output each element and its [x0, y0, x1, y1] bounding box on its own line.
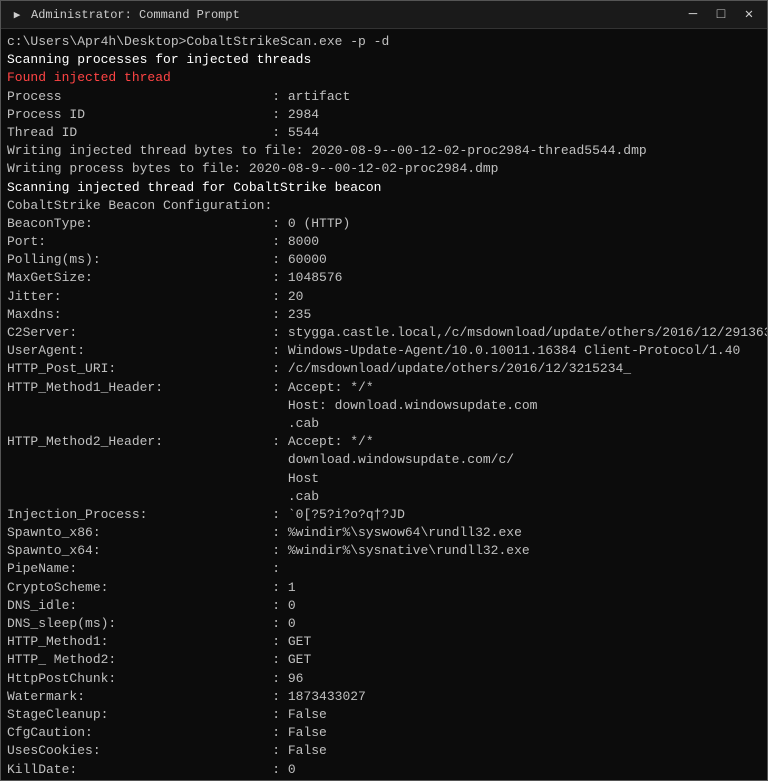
- terminal-line: Found injected thread: [7, 69, 761, 87]
- terminal-line: MaxGetSize: : 1048576: [7, 269, 761, 287]
- terminal-line: Writing injected thread bytes to file: 2…: [7, 142, 761, 160]
- close-button[interactable]: ✕: [739, 5, 759, 25]
- terminal-line: Jitter: : 20: [7, 288, 761, 306]
- terminal-line: download.windowsupdate.com/c/: [7, 451, 761, 469]
- terminal-line: C2Server: : stygga.castle.local,/c/msdow…: [7, 324, 761, 342]
- terminal-line: Process ID : 2984: [7, 106, 761, 124]
- terminal-line: HttpPostChunk: : 96: [7, 670, 761, 688]
- terminal-line: ProcInject_StartRWX: : True: [7, 779, 761, 780]
- terminal-line: Injection_Process: : `0[?5?i?o?q†?JD: [7, 506, 761, 524]
- terminal-icon: ▶: [9, 7, 25, 23]
- terminal-line: Port: : 8000: [7, 233, 761, 251]
- terminal-line: HTTP_Method1_Header: : Accept: */*: [7, 379, 761, 397]
- title-bar-left: ▶ Administrator: Command Prompt: [9, 7, 240, 23]
- terminal-line: HTTP_Post_URI: : /c/msdownload/update/ot…: [7, 360, 761, 378]
- terminal-line: CobaltStrike Beacon Configuration:: [7, 197, 761, 215]
- terminal-line: c:\Users\Apr4h\Desktop>CobaltStrikeScan.…: [7, 33, 761, 51]
- terminal-line: UsesCookies: : False: [7, 742, 761, 760]
- terminal-line: BeaconType: : 0 (HTTP): [7, 215, 761, 233]
- terminal-line: Scanning processes for injected threads: [7, 51, 761, 69]
- terminal-line: Watermark: : 1873433027: [7, 688, 761, 706]
- terminal-line: Writing process bytes to file: 2020-08-9…: [7, 160, 761, 178]
- terminal-line: DNS_idle: : 0: [7, 597, 761, 615]
- title-bar-controls: ─ □ ✕: [683, 5, 759, 25]
- terminal-line: KillDate: : 0: [7, 761, 761, 779]
- terminal-line: CryptoScheme: : 1: [7, 579, 761, 597]
- terminal-line: DNS_sleep(ms): : 0: [7, 615, 761, 633]
- terminal-line: .cab: [7, 415, 761, 433]
- terminal-line: HTTP_Method1: : GET: [7, 633, 761, 651]
- terminal-line: Host: download.windowsupdate.com: [7, 397, 761, 415]
- maximize-button[interactable]: □: [711, 5, 731, 25]
- window: ▶ Administrator: Command Prompt ─ □ ✕ c:…: [0, 0, 768, 781]
- terminal-line: StageCleanup: : False: [7, 706, 761, 724]
- terminal-line: Scanning injected thread for CobaltStrik…: [7, 179, 761, 197]
- minimize-button[interactable]: ─: [683, 5, 703, 25]
- terminal-line: Host: [7, 470, 761, 488]
- terminal-line: Maxdns: : 235: [7, 306, 761, 324]
- terminal-output: c:\Users\Apr4h\Desktop>CobaltStrikeScan.…: [1, 29, 767, 780]
- terminal-line: CfgCaution: : False: [7, 724, 761, 742]
- terminal-line: UserAgent: : Windows-Update-Agent/10.0.1…: [7, 342, 761, 360]
- terminal-line: Spawnto_x86: : %windir%\syswow64\rundll3…: [7, 524, 761, 542]
- window-title: Administrator: Command Prompt: [31, 8, 240, 22]
- terminal-line: Process : artifact: [7, 88, 761, 106]
- terminal-line: HTTP_ Method2: : GET: [7, 651, 761, 669]
- terminal-line: HTTP_Method2_Header: : Accept: */*: [7, 433, 761, 451]
- terminal-line: Spawnto_x64: : %windir%\sysnative\rundll…: [7, 542, 761, 560]
- terminal-line: Thread ID : 5544: [7, 124, 761, 142]
- title-bar: ▶ Administrator: Command Prompt ─ □ ✕: [1, 1, 767, 29]
- terminal-line: PipeName: :: [7, 560, 761, 578]
- terminal-line: Polling(ms): : 60000: [7, 251, 761, 269]
- terminal-line: .cab: [7, 488, 761, 506]
